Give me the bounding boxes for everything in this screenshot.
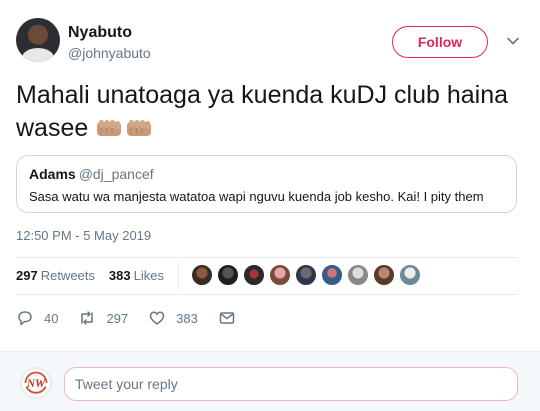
liker-avatar[interactable] [268, 264, 291, 286]
fist-bump-emoji-icon [95, 115, 123, 137]
quote-author-name: Adams [29, 166, 76, 182]
retweets-count[interactable]: 297 [16, 268, 38, 283]
stats-divider [177, 261, 179, 289]
tweet-stats: 297 Retweets 383 Likes [16, 260, 425, 290]
quote-text: Sasa watu wa manjesta watatoa wapi nguvu… [29, 189, 484, 204]
tweet-text: Mahali unatoaga ya kuenda kuDJ club hain… [16, 79, 521, 145]
liker-avatar[interactable] [398, 264, 421, 286]
tweet-header: Nyabuto @johnyabuto Follow [16, 18, 524, 68]
reply-icon [18, 311, 32, 326]
quoted-tweet[interactable]: Adams @dj_pancef Sasa watu wa manjesta wa… [16, 155, 517, 213]
liker-avatar[interactable] [242, 264, 265, 286]
reply-action[interactable]: 40 [16, 309, 58, 327]
liker-avatar[interactable] [294, 264, 317, 286]
liker-avatar[interactable] [190, 264, 213, 286]
chevron-down-icon[interactable] [506, 34, 520, 48]
liker-avatars [190, 264, 425, 286]
tweet-timestamp[interactable]: 12:50 PM - 5 May 2019 [16, 228, 151, 243]
reply-input[interactable] [64, 367, 518, 401]
likes-count[interactable]: 383 [109, 268, 131, 283]
divider [16, 257, 518, 258]
liker-avatar[interactable] [216, 264, 239, 286]
liker-avatar[interactable] [320, 264, 343, 286]
reply-bar: NW [0, 351, 540, 411]
retweet-count: 297 [106, 310, 129, 326]
fist-bump-emoji-icon [125, 115, 153, 137]
author-avatar[interactable] [16, 18, 60, 62]
current-user-avatar: NW [20, 367, 52, 399]
avatar-logo-text: NW [26, 378, 46, 390]
author-name[interactable]: Nyabuto [68, 24, 132, 42]
like-action[interactable]: 383 [148, 309, 198, 327]
follow-button[interactable]: Follow [392, 26, 488, 58]
divider [16, 294, 518, 295]
quote-author-handle: @dj_pancef [78, 166, 154, 182]
liker-avatar[interactable] [346, 264, 369, 286]
heart-icon [149, 311, 165, 325]
likes-label[interactable]: Likes [134, 268, 164, 283]
retweet-action[interactable]: 297 [78, 309, 128, 327]
retweets-label[interactable]: Retweets [41, 268, 95, 283]
direct-message-action[interactable] [218, 309, 236, 327]
reply-count: 40 [44, 310, 59, 326]
tweet-actions: 40 297 383 [16, 306, 256, 330]
envelope-icon [219, 312, 235, 324]
liker-avatar[interactable] [372, 264, 395, 286]
like-count: 383 [176, 310, 198, 326]
retweet-icon [81, 311, 94, 325]
tweet-body: Mahali unatoaga ya kuenda kuDJ club hain… [16, 81, 509, 142]
author-handle[interactable]: @johnyabuto [68, 45, 151, 61]
